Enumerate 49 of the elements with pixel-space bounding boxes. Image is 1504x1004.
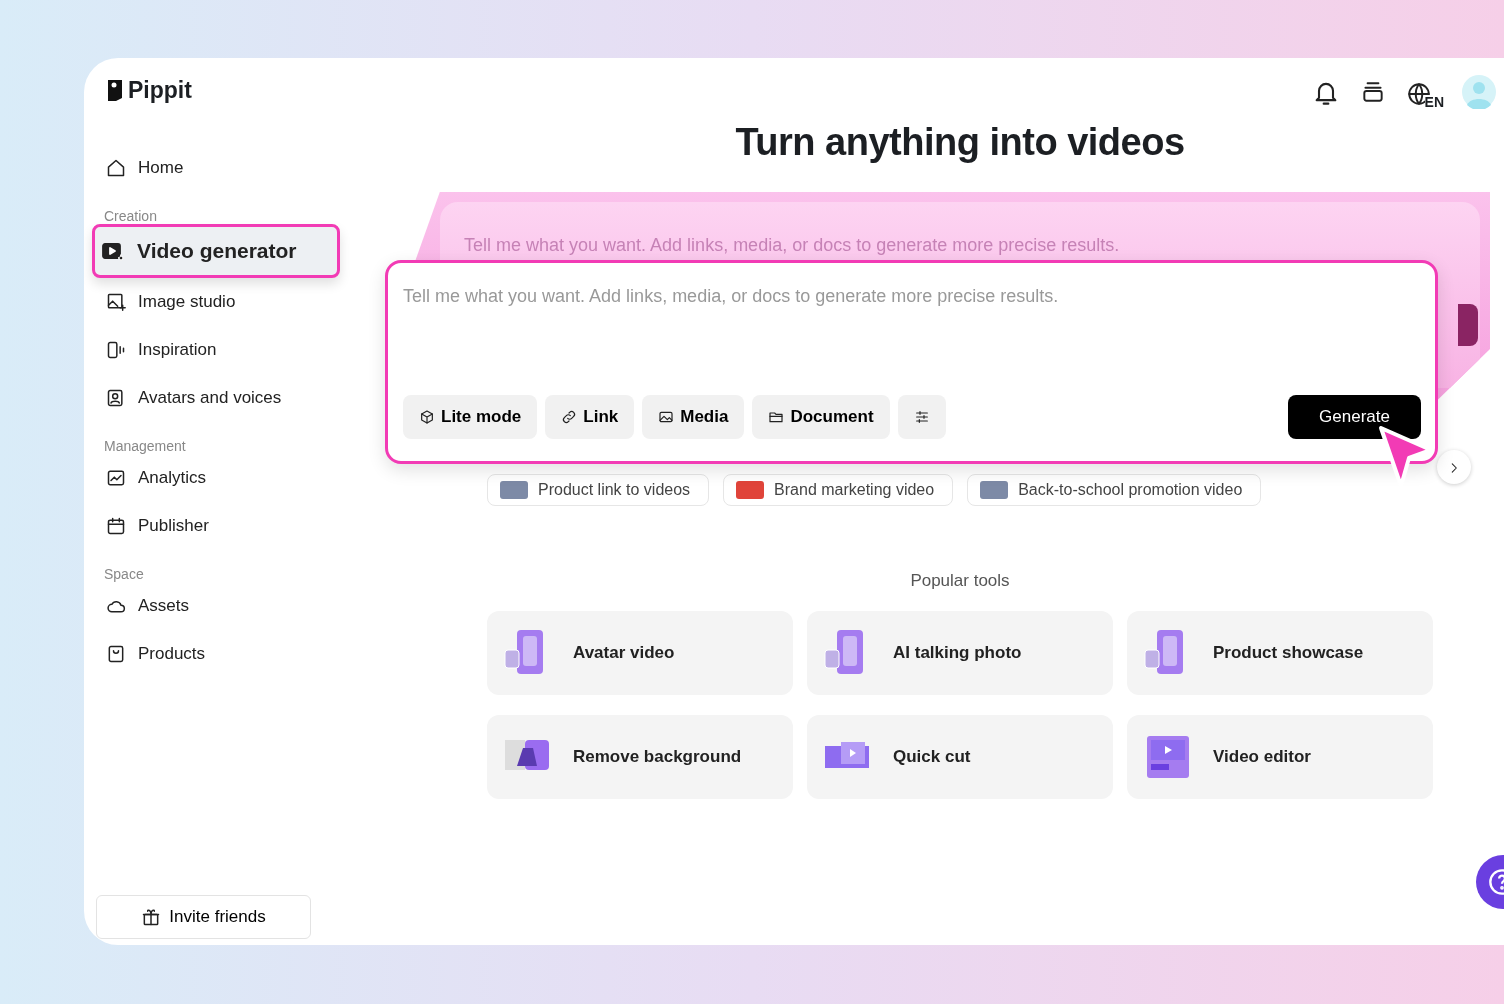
suggestion-thumbnail <box>736 480 765 499</box>
phone-signal-icon <box>106 340 126 360</box>
tool-card[interactable]: AI talking photo <box>807 611 1113 696</box>
nav-item[interactable]: Image studio <box>94 278 342 326</box>
bag-icon <box>106 644 126 664</box>
brand-name: Pippit <box>128 75 192 105</box>
placeholder-text: Tell me what you want. Add links, media, or docs to generate more precise results. <box>464 233 1121 257</box>
tool-card[interactable]: Video editor <box>1127 715 1433 800</box>
tool-card[interactable]: Quick cut <box>807 715 1113 800</box>
nav-item[interactable]: Video generator <box>92 224 340 278</box>
settings-button[interactable] <box>897 394 946 439</box>
suggestion-chip[interactable]: Back-to-school promotion video <box>967 473 1262 506</box>
image-sparkle-icon <box>106 292 126 312</box>
nav-item[interactable]: Products <box>94 630 342 678</box>
toolbar-button[interactable]: Lite mode <box>403 394 538 439</box>
cube-icon <box>419 408 435 425</box>
suggestion-chip[interactable]: Brand marketing video <box>723 473 954 506</box>
gift-icon <box>141 907 162 927</box>
suggestion-thumbnail <box>500 480 528 499</box>
invite-button[interactable]: Invite friends <box>96 895 311 939</box>
nav-item[interactable]: Avatars and voices <box>94 374 342 422</box>
section-heading: Space <box>103 565 145 582</box>
language-button[interactable]: EN <box>1406 77 1442 107</box>
tool-card[interactable]: Product showcase <box>1127 611 1433 696</box>
stack-icon <box>1360 79 1386 105</box>
tool-card[interactable]: Avatar video <box>487 611 793 696</box>
section-title: Popular tools <box>909 569 1011 592</box>
generate-button[interactable]: Generate <box>1288 394 1421 439</box>
calendar-icon <box>106 516 126 536</box>
section-heading: Management <box>103 437 187 454</box>
sliders-icon <box>913 408 930 425</box>
page-title: Turn anything into videos <box>734 120 1186 165</box>
home-icon <box>106 158 126 178</box>
person-frame-icon <box>106 388 126 408</box>
nav-item[interactable]: Assets <box>94 582 342 630</box>
logo-icon <box>106 78 124 102</box>
toolbar-button[interactable]: Link <box>545 394 635 439</box>
nav-item[interactable]: Home <box>94 144 342 192</box>
nav-item[interactable]: Inspiration <box>94 326 342 374</box>
section-heading: Creation <box>103 207 158 224</box>
nav-item[interactable]: Publisher <box>94 502 342 550</box>
toolbar-button[interactable]: Document <box>752 394 890 439</box>
toolbar-button[interactable]: Media <box>642 394 745 439</box>
suggestion-thumbnail <box>980 480 1009 499</box>
nav-item[interactable]: Analytics <box>94 454 342 502</box>
link-icon <box>561 408 578 425</box>
chart-icon <box>106 468 126 488</box>
suggestion-chip[interactable]: Product link to videos <box>487 473 710 506</box>
tool-card[interactable]: Remove background <box>487 715 793 800</box>
